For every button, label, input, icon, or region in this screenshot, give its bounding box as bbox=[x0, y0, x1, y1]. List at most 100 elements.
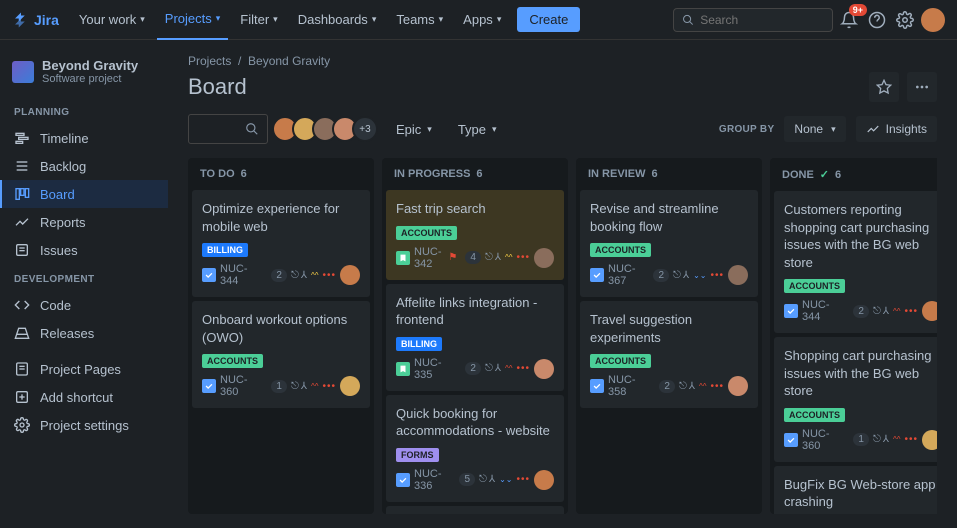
column-header: TO DO 6 bbox=[188, 158, 374, 190]
story-points: 1 bbox=[853, 433, 869, 446]
issue-card[interactable]: Shopping cart purchasing issues with the… bbox=[774, 337, 937, 462]
nav-item-your-work[interactable]: Your work▾ bbox=[71, 6, 153, 33]
sidebar-item-timeline[interactable]: Timeline bbox=[0, 124, 168, 152]
assignee-avatar[interactable] bbox=[534, 248, 554, 268]
chart-icon bbox=[866, 122, 880, 136]
nav-item-dashboards[interactable]: Dashboards▾ bbox=[290, 6, 385, 33]
issue-card[interactable]: Quick booking for accommodations - websi… bbox=[386, 395, 564, 502]
project-settings-icon bbox=[14, 417, 30, 433]
sidebar-item-board[interactable]: Board bbox=[0, 180, 168, 208]
issue-card[interactable]: Fast trip search ACCOUNTS NUC-342 ⚑ 4 ⎋⅄… bbox=[386, 190, 564, 280]
breadcrumb-root[interactable]: Projects bbox=[188, 54, 231, 68]
assignee-avatar[interactable] bbox=[340, 376, 360, 396]
priority-icon: ^^ bbox=[893, 437, 901, 442]
card-title: Customers reporting shopping cart purcha… bbox=[784, 201, 937, 271]
card-tag: ACCOUNTS bbox=[784, 408, 845, 422]
chevron-down-icon: ▾ bbox=[273, 14, 278, 25]
assignee-filter[interactable]: +3 bbox=[278, 116, 378, 142]
sidebar-item-releases[interactable]: Releases bbox=[0, 319, 168, 347]
sidebar-item-reports[interactable]: Reports bbox=[0, 208, 168, 236]
notifications-icon[interactable]: 9+ bbox=[837, 8, 861, 32]
column-to-do: TO DO 6 Optimize experience for mobile w… bbox=[188, 158, 374, 514]
task-icon bbox=[202, 379, 216, 393]
assignee-avatar[interactable] bbox=[728, 265, 748, 285]
avatar-more[interactable]: +3 bbox=[352, 116, 378, 142]
story-points: 2 bbox=[853, 305, 869, 318]
link-icons: ⎋⅄ bbox=[873, 306, 889, 317]
task-icon bbox=[784, 304, 798, 318]
column-body[interactable]: Optimize experience for mobile web BILLI… bbox=[188, 190, 374, 416]
assignee-avatar[interactable] bbox=[340, 265, 360, 285]
insights-button[interactable]: Insights bbox=[856, 116, 937, 142]
status-dots: ••• bbox=[904, 306, 918, 317]
chevron-down-icon: ▾ bbox=[372, 14, 377, 25]
card-title: BugFix BG Web-store app crashing bbox=[784, 476, 937, 511]
issue-card[interactable]: Affelite links integration - frontend BI… bbox=[386, 284, 564, 391]
sidebar-item-code[interactable]: Code bbox=[0, 291, 168, 319]
column-header: DONE ✓ 6 bbox=[770, 158, 937, 191]
create-button[interactable]: Create bbox=[517, 7, 580, 32]
issue-key: NUC-344 bbox=[220, 263, 263, 287]
issue-card[interactable]: BugFix BG Web-store app crashing FORMS N… bbox=[774, 466, 937, 514]
flag-icon: ⚑ bbox=[448, 252, 457, 263]
project-header[interactable]: Beyond Gravity Software project bbox=[0, 52, 168, 97]
top-nav: Jira Your work▾Projects▾Filter▾Dashboard… bbox=[0, 0, 957, 40]
user-avatar[interactable] bbox=[921, 8, 945, 32]
link-icons: ⎋⅄ bbox=[479, 474, 495, 485]
nav-item-filter[interactable]: Filter▾ bbox=[232, 6, 285, 33]
issue-key: NUC-335 bbox=[414, 357, 457, 381]
nav-item-teams[interactable]: Teams▾ bbox=[388, 6, 451, 33]
issue-card[interactable]: Onboard workout options (OWO) ACCOUNTS N… bbox=[192, 301, 370, 408]
story-points: 2 bbox=[465, 362, 481, 375]
column-count: 6 bbox=[476, 168, 482, 180]
priority-icon: ^^ bbox=[893, 309, 901, 314]
sidebar-item-project-settings[interactable]: Project settings bbox=[0, 411, 168, 439]
link-icons: ⎋⅄ bbox=[291, 381, 307, 392]
sidebar-item-backlog[interactable]: Backlog bbox=[0, 152, 168, 180]
search-box[interactable] bbox=[673, 8, 833, 32]
column-body[interactable]: Revise and streamline booking flow ACCOU… bbox=[576, 190, 762, 416]
issue-card[interactable]: Adapt web app no new payments provider F… bbox=[386, 506, 564, 514]
assignee-avatar[interactable] bbox=[534, 359, 554, 379]
breadcrumb-project[interactable]: Beyond Gravity bbox=[248, 54, 330, 68]
assignee-avatar[interactable] bbox=[922, 301, 937, 321]
sidebar-item-issues[interactable]: Issues bbox=[0, 236, 168, 264]
code-icon bbox=[14, 297, 30, 313]
assignee-avatar[interactable] bbox=[534, 470, 554, 490]
column-name: IN PROGRESS bbox=[394, 168, 470, 180]
sidebar-item-project-pages[interactable]: Project Pages bbox=[0, 355, 168, 383]
issue-card[interactable]: Optimize experience for mobile web BILLI… bbox=[192, 190, 370, 297]
board-search[interactable] bbox=[188, 114, 268, 144]
search-icon bbox=[245, 122, 259, 136]
epic-filter[interactable]: Epic▾ bbox=[388, 116, 440, 143]
help-icon[interactable] bbox=[865, 8, 889, 32]
chevron-down-icon: ▾ bbox=[497, 14, 502, 25]
search-input[interactable] bbox=[700, 13, 824, 27]
status-dots: ••• bbox=[322, 270, 336, 281]
sidebar-item-add-shortcut[interactable]: Add shortcut bbox=[0, 383, 168, 411]
settings-icon[interactable] bbox=[893, 8, 917, 32]
nav-item-projects[interactable]: Projects▾ bbox=[157, 0, 229, 40]
assignee-avatar[interactable] bbox=[922, 430, 937, 450]
link-icons: ⎋⅄ bbox=[673, 270, 689, 281]
column-count: 6 bbox=[241, 168, 247, 180]
card-title: Revise and streamline booking flow bbox=[590, 200, 748, 235]
issue-card[interactable]: Revise and streamline booking flow ACCOU… bbox=[580, 190, 758, 297]
story-points: 4 bbox=[465, 251, 481, 264]
project-pages-icon bbox=[14, 361, 30, 377]
assignee-avatar[interactable] bbox=[728, 376, 748, 396]
card-tag: ACCOUNTS bbox=[590, 243, 651, 257]
jira-logo[interactable]: Jira bbox=[12, 11, 59, 29]
more-button[interactable] bbox=[907, 72, 937, 102]
link-icons: ⎋⅄ bbox=[485, 363, 501, 374]
groupby-dropdown[interactable]: None▾ bbox=[784, 116, 845, 142]
column-body[interactable]: Fast trip search ACCOUNTS NUC-342 ⚑ 4 ⎋⅄… bbox=[382, 190, 568, 514]
nav-item-apps[interactable]: Apps▾ bbox=[455, 6, 509, 33]
column-body[interactable]: Customers reporting shopping cart purcha… bbox=[770, 191, 937, 514]
star-button[interactable] bbox=[869, 72, 899, 102]
issue-card[interactable]: Travel suggestion experiments ACCOUNTS N… bbox=[580, 301, 758, 408]
status-dots: ••• bbox=[516, 474, 530, 485]
issue-card[interactable]: Customers reporting shopping cart purcha… bbox=[774, 191, 937, 333]
backlog-icon bbox=[14, 158, 30, 174]
type-filter[interactable]: Type▾ bbox=[450, 116, 505, 143]
